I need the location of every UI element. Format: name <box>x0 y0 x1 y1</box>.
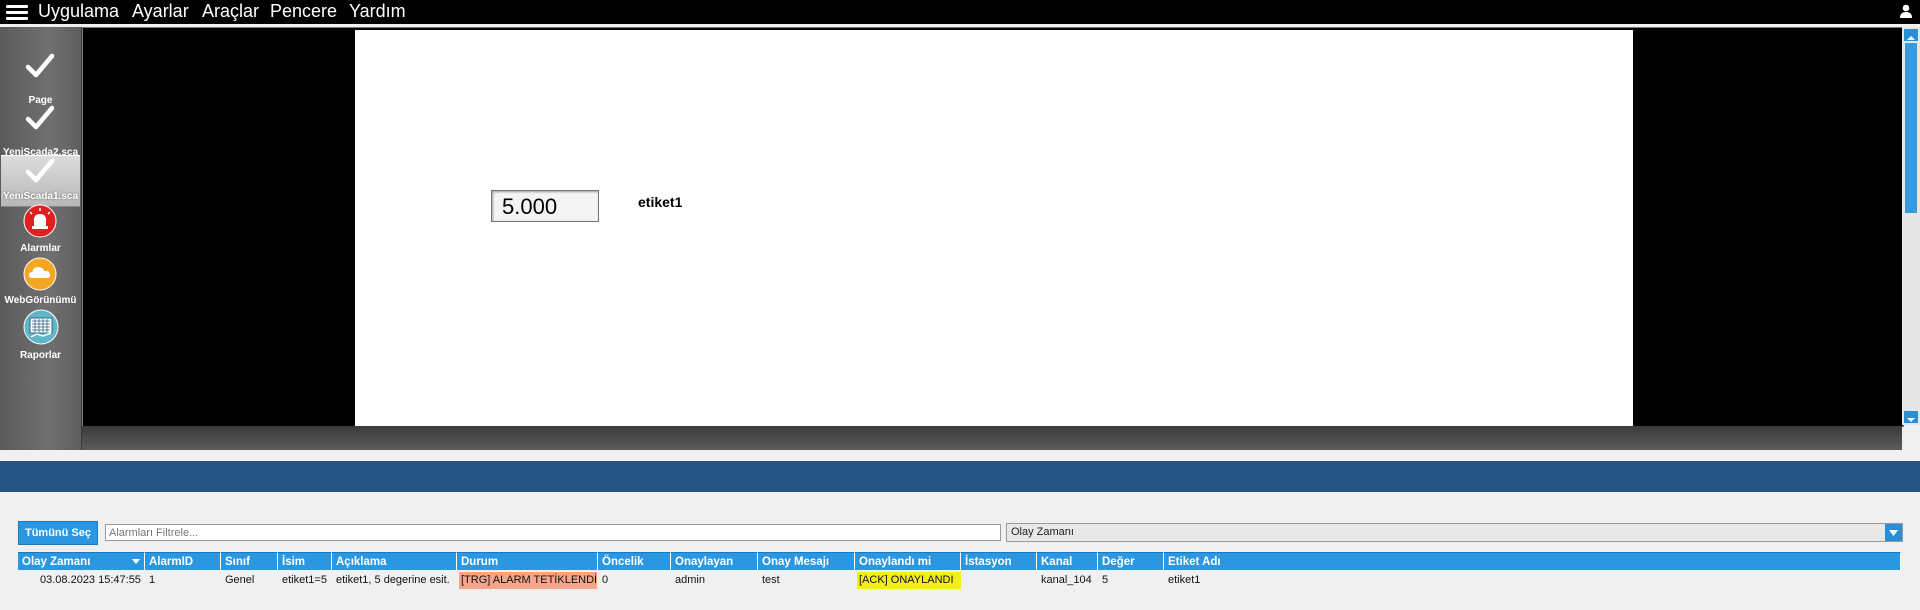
column-header-oncelik[interactable]: Öncelik <box>598 552 671 570</box>
menu-uygulama[interactable]: Uygulama <box>38 0 119 24</box>
sidebar-item-webgorunumu[interactable]: WebGörünümü <box>1 257 80 312</box>
sidebar-item-label: Raporlar <box>19 350 62 361</box>
sidebar-item-label: Alarmlar <box>20 243 61 254</box>
scroll-down-icon[interactable] <box>1904 411 1918 423</box>
column-header-olay-zamani[interactable]: Olay Zamanı <box>18 552 145 570</box>
alarm-siren-icon <box>23 204 57 238</box>
horizontal-scrollbar[interactable] <box>82 426 1902 450</box>
sidebar-item-yeniscada1[interactable]: YeniScada1.sca <box>1 155 80 207</box>
menu-yardim[interactable]: Yardım <box>349 0 406 24</box>
check-icon <box>25 105 55 130</box>
select-all-button[interactable]: Tümünü Seç <box>18 521 98 545</box>
check-icon <box>25 158 55 183</box>
menu-pencere[interactable]: Pencere <box>270 0 337 24</box>
cell-aciklama: etiket1, 5 degerine esit. <box>336 574 450 586</box>
tag-value-display[interactable]: 5.000 <box>491 190 599 222</box>
hamburger-menu-icon[interactable] <box>6 2 28 22</box>
column-header-sinif[interactable]: Sınıf <box>221 552 278 570</box>
column-header-onaylayan[interactable]: Onaylayan <box>671 552 758 570</box>
sidebar-item-alarmlar[interactable]: Alarmlar <box>1 204 80 260</box>
column-header-label: Olay Zamanı <box>22 556 91 568</box>
sidebar-item-label: WebGörünümü <box>4 295 77 306</box>
sidebar-item-raporlar[interactable]: Raporlar <box>1 309 80 365</box>
cloud-icon <box>23 257 57 291</box>
column-header-onaylandi-mi[interactable]: Onaylandı mi <box>855 552 961 570</box>
scroll-up-icon[interactable] <box>1904 29 1918 41</box>
panel-divider-band <box>0 461 1920 492</box>
cell-alarmid: 1 <box>149 574 156 586</box>
sidebar-item-page[interactable]: Page <box>1 53 80 106</box>
vertical-scrollbar[interactable] <box>1902 27 1920 425</box>
tag-label: etiket1 <box>638 194 683 210</box>
column-header-deger[interactable]: Değer <box>1098 552 1164 570</box>
check-icon <box>25 53 55 78</box>
scada-canvas: 5.000 etiket1 <box>82 27 1904 427</box>
sort-selected-value: Olay Zamanı <box>1011 526 1074 538</box>
column-header-etiket-adi[interactable]: Etiket Adı <box>1164 552 1901 570</box>
cell-olay-zamani: 03.08.2023 15:47:55 <box>40 574 141 586</box>
alarm-filter-input[interactable] <box>105 524 1001 541</box>
menu-araclar[interactable]: Araçlar <box>202 0 259 24</box>
menu-ayarlar[interactable]: Ayarlar <box>132 0 189 24</box>
report-chart-icon <box>23 309 59 345</box>
cell-onay-mesaji: test <box>762 574 780 586</box>
column-header-onay-mesaji[interactable]: Onay Mesajı <box>758 552 855 570</box>
column-header-kanal[interactable]: Kanal <box>1037 552 1098 570</box>
cell-deger: 5 <box>1102 574 1109 586</box>
sidebar-item-label: YeniScada1.sca <box>2 191 79 202</box>
cell-etiket-adi: etiket1 <box>1168 574 1201 586</box>
cell-istasyon <box>961 572 1037 589</box>
user-icon[interactable] <box>1898 3 1914 19</box>
column-header-isim[interactable]: İsim <box>278 552 332 570</box>
column-header-durum[interactable]: Durum <box>457 552 598 570</box>
sidebar-item-yeniscada2[interactable]: YeniScada2.sca <box>1 105 80 158</box>
sort-desc-icon <box>132 559 140 564</box>
cell-oncelik: 0 <box>602 574 609 586</box>
chevron-down-icon[interactable] <box>1885 524 1902 541</box>
cell-onaylandi-mi: [ACK] ONAYLANDI <box>857 572 961 589</box>
sidebar: Page YeniScada2.sca YeniScada1.sca Alarm… <box>0 27 82 450</box>
column-header-alarmid[interactable]: AlarmID <box>145 552 221 570</box>
cell-durum: [TRG] ALARM TETİKLENDİ <box>459 572 597 589</box>
menu-bar: Uygulama Ayarlar Araçlar Pencere Yardım <box>0 0 1920 24</box>
scada-page: 5.000 etiket1 <box>355 30 1633 426</box>
column-header-aciklama[interactable]: Açıklama <box>332 552 457 570</box>
sort-field-select[interactable]: Olay Zamanı <box>1006 523 1903 542</box>
cell-kanal: kanal_104 <box>1041 574 1092 586</box>
scroll-thumb[interactable] <box>1905 43 1917 213</box>
cell-sinif: Genel <box>225 574 255 586</box>
cell-isim: etiket1=5 <box>282 574 327 586</box>
column-header-istasyon[interactable]: İstasyon <box>961 552 1037 570</box>
cell-onaylayan: admin <box>675 574 705 586</box>
